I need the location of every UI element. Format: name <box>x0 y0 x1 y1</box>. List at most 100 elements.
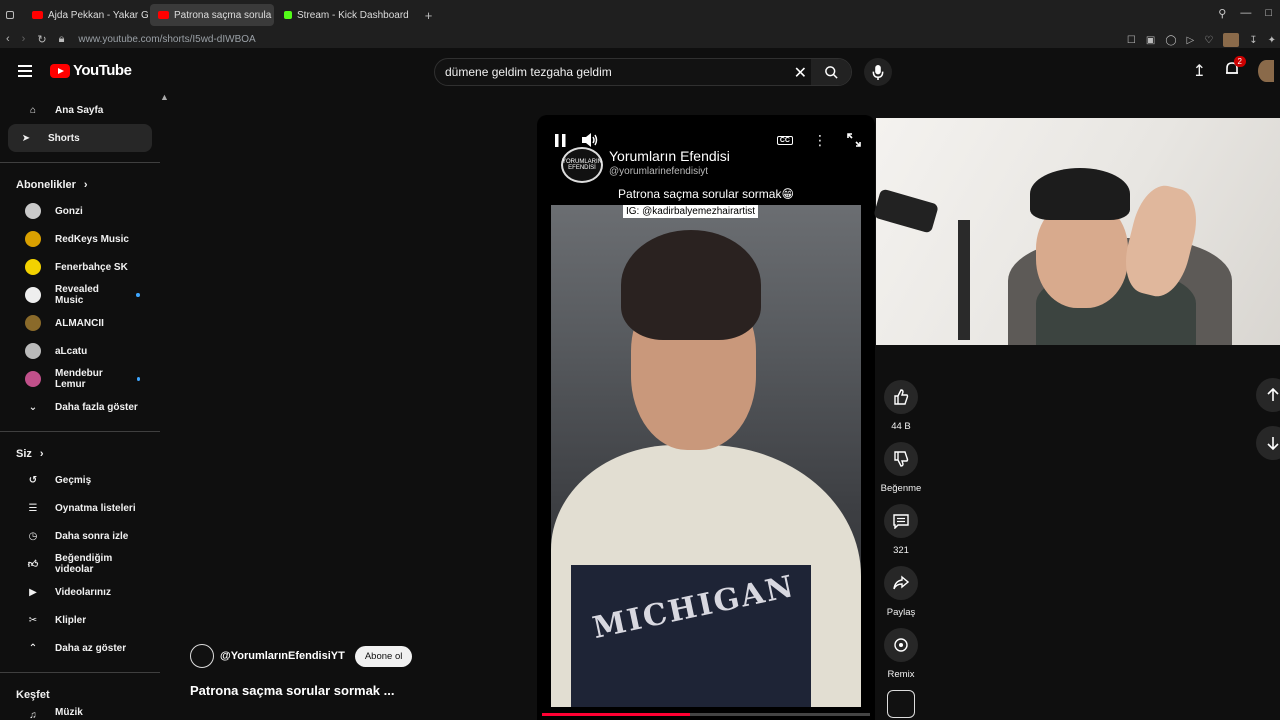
you-title: Siz <box>16 448 32 460</box>
tab-actions-icon[interactable] <box>6 11 14 19</box>
sidebar-item-label: Daha az göster <box>55 642 127 654</box>
fullscreen-icon[interactable] <box>847 133 861 147</box>
thumb-down-icon <box>894 451 909 467</box>
like-button[interactable]: 44 B <box>880 380 922 442</box>
share-button[interactable]: Paylaş <box>880 566 922 628</box>
sidebar-item-label: Revealed Music <box>55 284 99 306</box>
heart-icon[interactable]: ♡ <box>1204 35 1213 46</box>
sidebar-subscription[interactable]: ALMANCII <box>8 309 152 337</box>
sidebar: ⌂ Ana Sayfa ➤ Shorts Abonelikler › Gonzi Red… <box>0 96 162 720</box>
shield-icon[interactable]: ◯ <box>1165 35 1176 46</box>
profile-avatar[interactable] <box>1223 33 1240 47</box>
dislike-button[interactable]: Beğenme <box>880 442 922 504</box>
sidebar-item-daha-sonra-izle[interactable]: ◷ Daha sonra izle <box>8 522 152 550</box>
sidebar-subscription[interactable]: Fenerbahçe SK <box>8 253 152 281</box>
sidebar-item-label: Gonzi <box>55 205 83 217</box>
sidebar-item-ana-sayfa[interactable]: ⌂ Ana Sayfa <box>8 96 152 124</box>
captions-button[interactable]: CC <box>776 135 793 145</box>
remix-icon <box>894 638 908 652</box>
search-tabs-icon[interactable]: ⚲ <box>1218 7 1226 20</box>
sidebar-item-ge-mi-[interactable]: ↺ Geçmiş <box>8 466 152 494</box>
video-progress-fill <box>542 713 690 716</box>
short-info: @YorumlarınEfendisiYT Abone ol Patrona s… <box>190 644 413 698</box>
sidebar-item-be-endi-im-videolar[interactable]: 👍︎ Beğendiğim videolar <box>8 550 152 578</box>
subscriptions-title: Abonelikler <box>16 179 76 191</box>
explore-heading: Keşfet <box>0 683 162 707</box>
youtube-icon <box>32 11 43 19</box>
video-icon: ▶ <box>29 586 37 598</box>
maximize-icon[interactable]: □ <box>1265 7 1272 20</box>
sidebar-item-label: aLcatu <box>55 345 88 357</box>
sidebar-subscription[interactable]: Revealed Music <box>8 281 152 309</box>
reload-icon[interactable]: ↻ <box>37 33 46 46</box>
sidebar-item-label: Shorts <box>48 132 80 144</box>
channel-avatar[interactable] <box>190 644 214 668</box>
sidebar-item-oynatma-listeleri[interactable]: ☰ Oynatma listeleri <box>8 494 152 522</box>
scissors-icon: ✂ <box>28 614 38 626</box>
browser-tab-label: Ajda Pekkan - Yakar Geçe <box>48 9 148 21</box>
screenshot-icon[interactable]: ▣ <box>1146 35 1155 46</box>
music-icon: ♫ <box>29 709 37 720</box>
video-progress-bar[interactable] <box>542 713 870 716</box>
video-channel-logo: YORUMLARIN EFENDİSİ <box>561 147 603 183</box>
sidebar-item-label: Videolarınız <box>55 586 111 598</box>
sound-channel-thumbnail[interactable] <box>887 690 915 718</box>
channel-handle[interactable]: @YorumlarınEfendisiYT <box>220 650 345 662</box>
browser-tab[interactable]: Ajda Pekkan - Yakar Geçe <box>24 4 148 26</box>
upload-icon[interactable]: ↥ <box>1193 61 1206 81</box>
subscribe-button[interactable]: Abone ol <box>354 645 413 667</box>
channel-avatar <box>25 315 41 331</box>
comments-button[interactable]: 321 <box>880 504 922 566</box>
sidebar-subscription[interactable]: Mendebur Lemur <box>8 365 152 393</box>
new-tab-button[interactable]: + <box>417 8 441 23</box>
short-title[interactable]: Patrona saçma sorular sormak ... <box>190 683 412 698</box>
previous-short-button[interactable] <box>1256 378 1280 412</box>
clear-search-icon[interactable]: ✕ <box>794 63 807 83</box>
sidebar-item-klipler[interactable]: ✂ Klipler <box>8 606 152 634</box>
url-field[interactable]: www.youtube.com/shorts/I5wd-dIWBOA <box>78 34 255 45</box>
pause-icon[interactable] <box>555 133 566 147</box>
sidebar-item-label: Mendebur Lemur <box>55 368 103 390</box>
shorts-player[interactable]: MICHIGAN YORUMLARIN EFENDİSİ Yorumların … <box>537 115 875 720</box>
youtube-logo[interactable]: YouTube <box>50 62 132 79</box>
sidebar-item-music[interactable]: ♫ Müzik <box>8 707 152 720</box>
search-input[interactable]: dümene geldim tezgaha geldim ✕ <box>434 58 852 86</box>
browser-tab[interactable]: Stream - Kick Dashboard <box>276 4 417 26</box>
bookmark-icon[interactable]: ☐ <box>1127 35 1136 46</box>
search-button[interactable] <box>811 59 851 85</box>
back-icon[interactable]: ‹ <box>6 33 10 46</box>
play-icon[interactable]: ▷ <box>1187 35 1195 46</box>
show-more-button[interactable]: ⌄ Daha fazla göster <box>8 393 152 421</box>
download-icon[interactable]: ↧ <box>1249 35 1257 46</box>
forward-icon[interactable]: › <box>22 33 26 46</box>
chevron-up-icon: ⌃ <box>28 642 38 654</box>
sidebar-subscription[interactable]: aLcatu <box>8 337 152 365</box>
volume-icon[interactable] <box>582 133 598 147</box>
new-content-dot <box>136 293 140 297</box>
sidebar-item-shorts[interactable]: ➤ Shorts <box>8 124 152 152</box>
lock-icon: 🔒︎ <box>58 32 65 45</box>
channel-avatar <box>25 231 41 247</box>
sidebar-item-daha-az-g-ster[interactable]: ⌃ Daha az göster <box>8 634 152 662</box>
notifications-button[interactable]: 2 <box>1224 55 1246 82</box>
minimize-icon[interactable]: — <box>1240 7 1251 20</box>
sidebar-scroll-up-icon[interactable]: ▲ <box>160 92 169 102</box>
thumb-up-icon: 👍︎ <box>27 559 39 570</box>
voice-search-button[interactable] <box>864 58 892 86</box>
next-short-button[interactable] <box>1256 426 1280 460</box>
account-avatar[interactable] <box>1258 60 1274 82</box>
menu-icon[interactable] <box>18 65 32 77</box>
remix-button[interactable]: Remix <box>880 628 922 690</box>
sidebar-item-videolar-n-z[interactable]: ▶ Videolarınız <box>8 578 152 606</box>
subscriptions-heading[interactable]: Abonelikler › <box>0 173 162 197</box>
youtube-header: YouTube dümene geldim tezgaha geldim ✕ ↥… <box>0 50 1280 94</box>
ai-icon[interactable]: ✦ <box>1268 35 1276 46</box>
sidebar-divider <box>0 162 160 163</box>
you-heading[interactable]: Siz › <box>0 442 162 466</box>
browser-tab[interactable]: Patrona saçma sorula <box>150 4 274 26</box>
sidebar-item-label: Ana Sayfa <box>55 104 104 116</box>
sidebar-subscription[interactable]: Gonzi <box>8 197 152 225</box>
clock-icon: ◷ <box>28 530 38 542</box>
more-options-icon[interactable]: ⋮ <box>813 133 827 147</box>
sidebar-subscription[interactable]: RedKeys Music <box>8 225 152 253</box>
